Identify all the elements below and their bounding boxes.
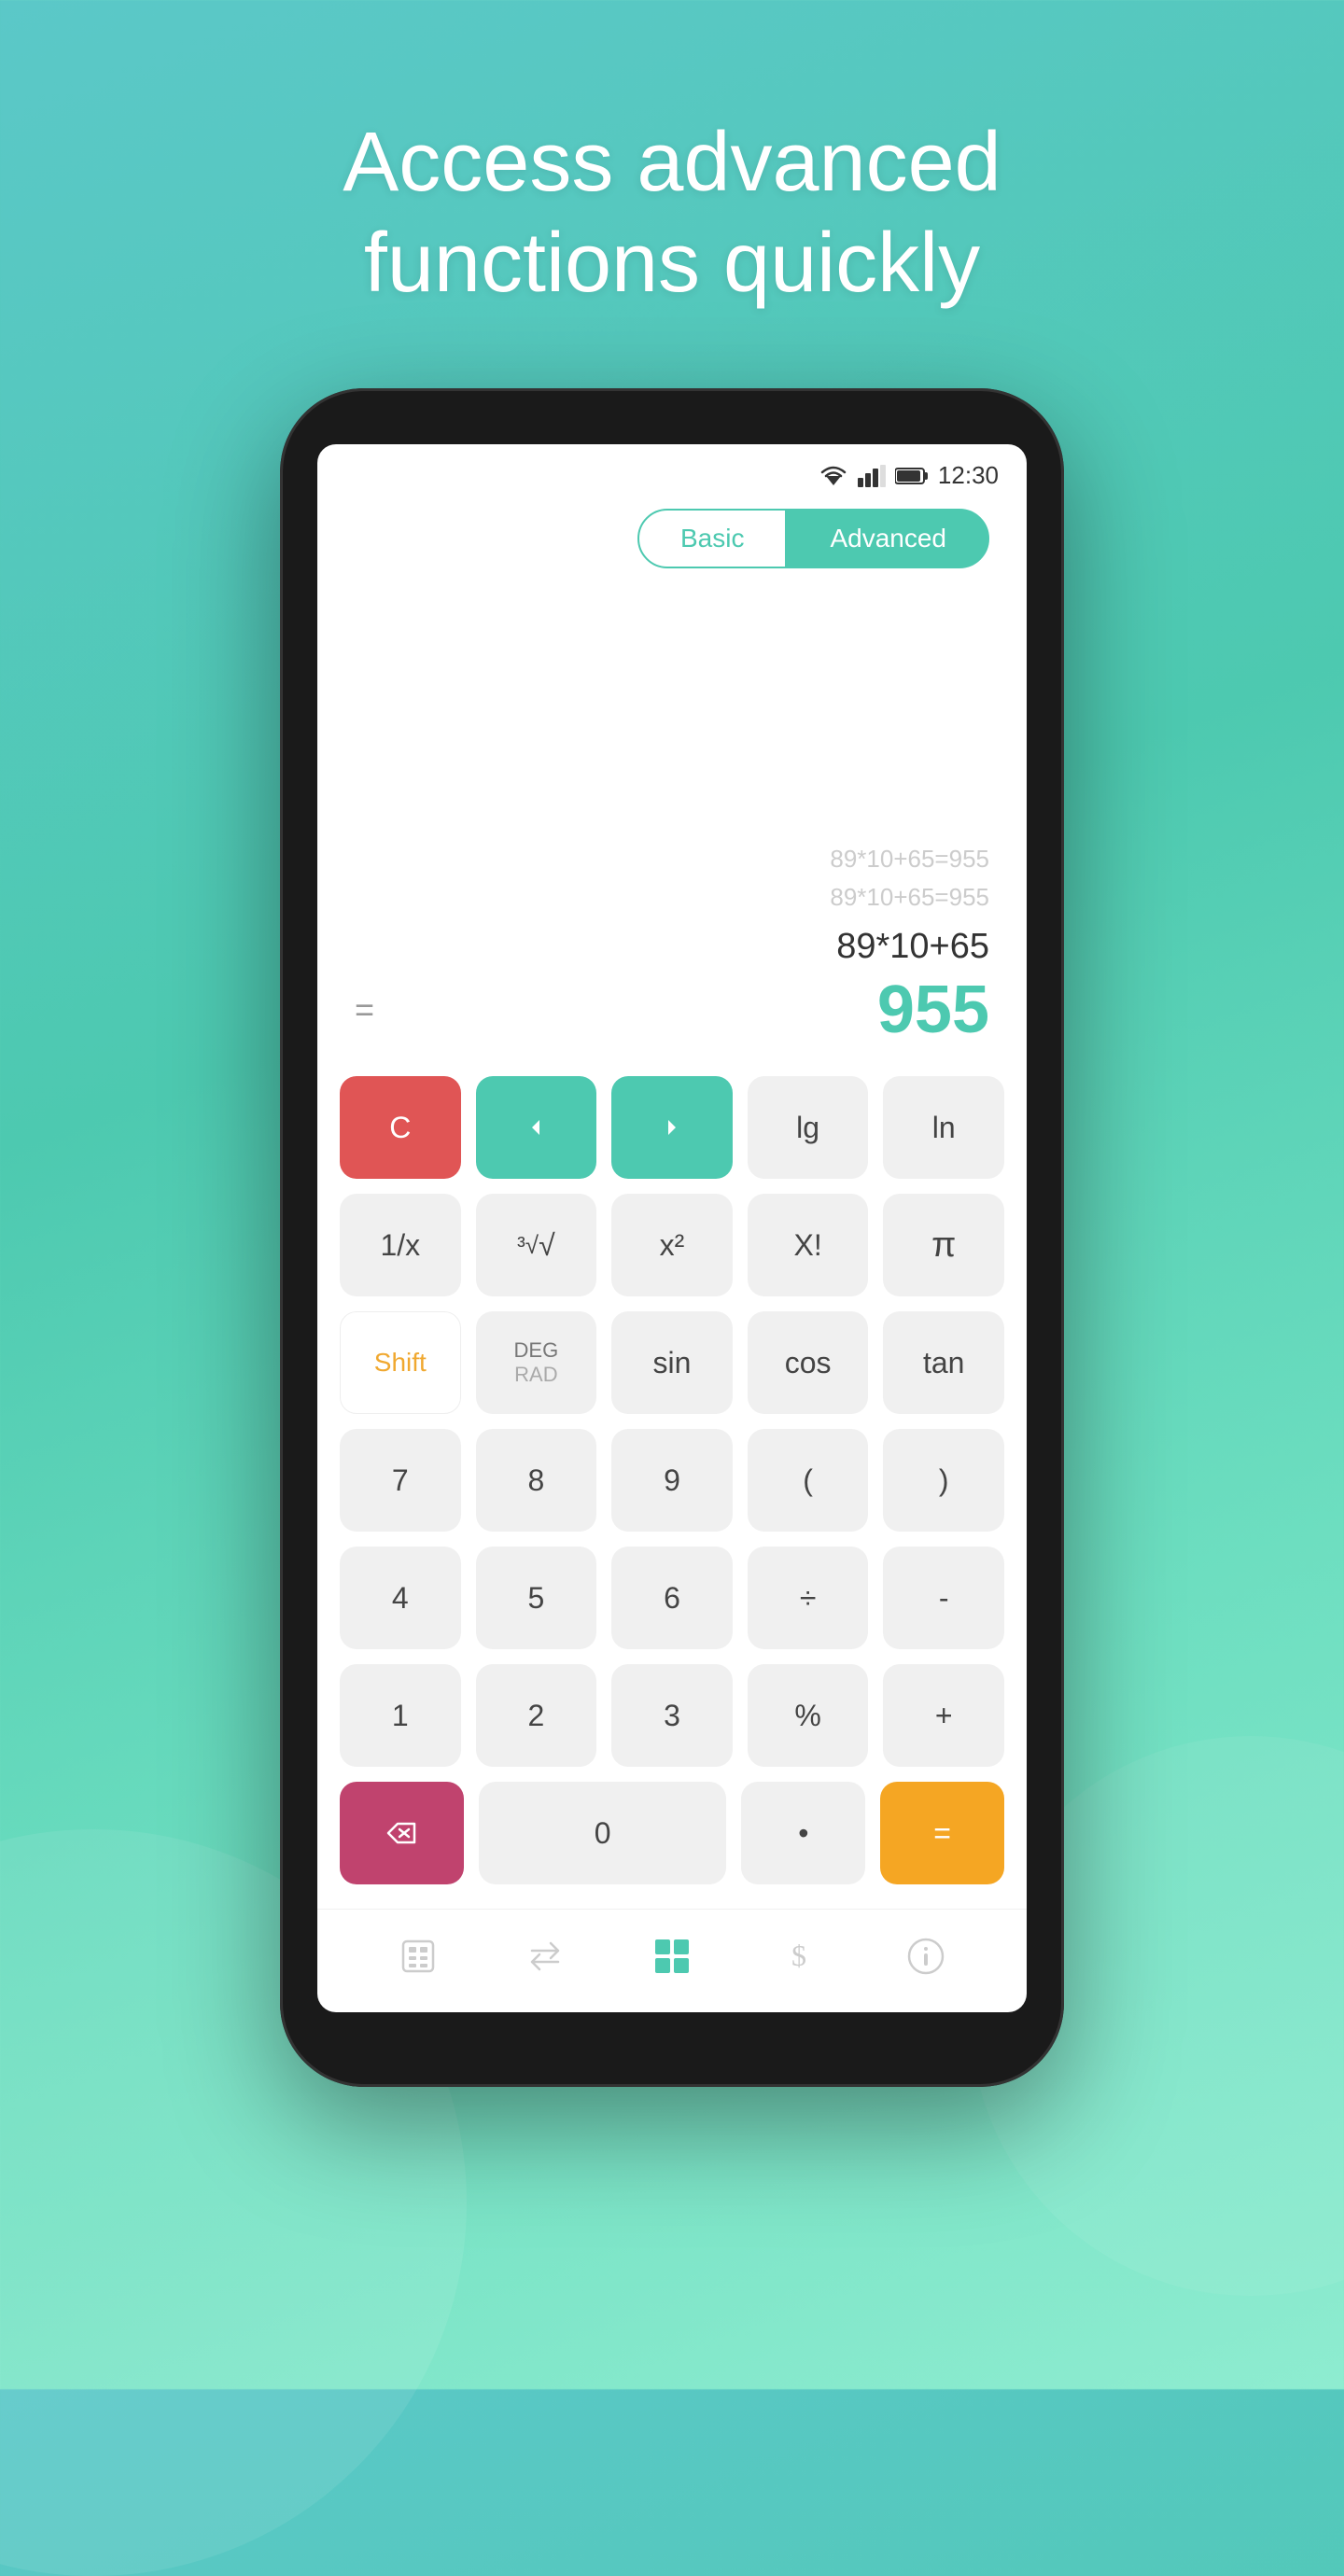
phone-device: 12:30 Basic Advanced 89*10+65=955 89*10+… [280,388,1064,2087]
key-5[interactable]: 5 [476,1547,597,1649]
keypad: C lg ln 1/x ³√ √ x² X! π [317,1067,1027,1909]
tab-basic[interactable]: Basic [637,509,787,568]
status-time: 12:30 [938,461,999,490]
key-2[interactable]: 2 [476,1664,597,1767]
svg-text:$: $ [791,1939,806,1972]
wifi-icon [819,465,848,487]
key-equals[interactable]: = [880,1782,1004,1884]
bottom-nav: $ [317,1909,1027,2012]
status-bar: 12:30 [317,444,1027,499]
key-factorial[interactable]: X! [748,1194,869,1296]
key-tan[interactable]: tan [883,1311,1004,1414]
key-lg[interactable]: lg [748,1076,869,1179]
key-6[interactable]: 6 [611,1547,733,1649]
key-open-paren[interactable]: ( [748,1429,869,1532]
key-row-2: 1/x ³√ √ x² X! π [340,1194,1004,1296]
key-percent[interactable]: % [748,1664,869,1767]
key-close-paren[interactable]: ) [883,1429,1004,1532]
result-value: 955 [877,972,989,1048]
key-3[interactable]: 3 [611,1664,733,1767]
nav-currency[interactable]: $ [771,1928,827,1984]
nav-info[interactable] [898,1928,954,1984]
key-square[interactable]: x² [611,1194,733,1296]
mode-tabs: Basic Advanced [317,499,1027,587]
headline-line2: functions quickly [364,217,980,310]
key-cbrt[interactable]: ³√ √ [476,1194,597,1296]
key-deg-rad[interactable]: DEG RAD [476,1311,597,1414]
key-9[interactable]: 9 [611,1429,733,1532]
key-pi[interactable]: π [883,1194,1004,1296]
nav-convert[interactable] [517,1928,573,1984]
equals-row: = 955 [355,972,989,1048]
history-line-1: 89*10+65=955 [355,840,989,879]
key-4[interactable]: 4 [340,1547,461,1649]
tab-advanced[interactable]: Advanced [787,509,989,568]
key-row-3: Shift DEG RAD sin cos tan [340,1311,1004,1414]
headline-line1: Access advanced [343,116,1001,209]
key-left[interactable] [476,1076,597,1179]
display-area: 89*10+65=955 89*10+65=955 89*10+65 = 955 [317,587,1027,1067]
key-row-1: C lg ln [340,1076,1004,1179]
key-row-6: 1 2 3 % + [340,1664,1004,1767]
key-clear[interactable]: C [340,1076,461,1179]
key-reciprocal[interactable]: 1/x [340,1194,461,1296]
key-ln[interactable]: ln [883,1076,1004,1179]
key-shift[interactable]: Shift [340,1311,461,1414]
key-8[interactable]: 8 [476,1429,597,1532]
key-decimal[interactable]: • [741,1782,865,1884]
key-backspace[interactable] [340,1782,464,1884]
nav-calc[interactable] [390,1928,446,1984]
key-cos[interactable]: cos [748,1311,869,1414]
key-0[interactable]: 0 [479,1782,727,1884]
key-row-7: 0 • = [340,1782,1004,1884]
battery-icon [895,466,929,486]
signal-icon [858,465,886,487]
expression-line: 89*10+65 [355,927,989,967]
headline: Access advanced functions quickly [343,112,1001,314]
key-add[interactable]: + [883,1664,1004,1767]
key-1[interactable]: 1 [340,1664,461,1767]
key-row-5: 4 5 6 ÷ - [340,1547,1004,1649]
nav-advanced[interactable] [644,1928,700,1984]
phone-screen: 12:30 Basic Advanced 89*10+65=955 89*10+… [317,444,1027,2012]
key-divide[interactable]: ÷ [748,1547,869,1649]
equals-sign: = [355,990,374,1029]
key-7[interactable]: 7 [340,1429,461,1532]
key-right[interactable] [611,1076,733,1179]
key-sin[interactable]: sin [611,1311,733,1414]
key-row-4: 7 8 9 ( ) [340,1429,1004,1532]
key-subtract[interactable]: - [883,1547,1004,1649]
status-icons: 12:30 [819,461,999,490]
history-line-2: 89*10+65=955 [355,878,989,917]
